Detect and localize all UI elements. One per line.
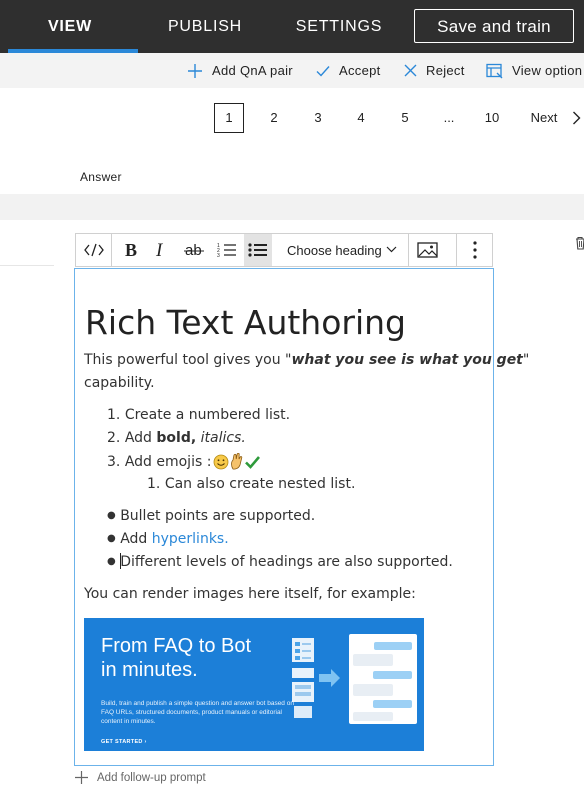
more-options-button[interactable] bbox=[457, 234, 492, 266]
add-qna-pair-button[interactable]: Add QnA pair bbox=[187, 53, 293, 88]
heading-dropdown[interactable]: Choose heading bbox=[283, 234, 408, 266]
faq-to-bot-banner-image: From FAQ to Bot in minutes. Build, train… bbox=[84, 618, 424, 751]
reject-label: Reject bbox=[426, 63, 465, 78]
intro-suffix: " bbox=[522, 352, 530, 368]
numbered-item-2-bold: bold, bbox=[156, 430, 197, 446]
code-view-button[interactable] bbox=[76, 234, 111, 266]
hyperlink[interactable]: hyperlinks. bbox=[152, 531, 229, 547]
tab-publish-label: PUBLISH bbox=[167, 18, 243, 35]
tab-view-label: VIEW bbox=[47, 18, 93, 35]
page-10-button[interactable]: 10 bbox=[480, 103, 504, 133]
numbered-item-3-text: Add emojis : bbox=[124, 453, 212, 470]
top-nav-bar: VIEW PUBLISH SETTINGS Save and train bbox=[0, 0, 584, 53]
strikethrough-icon: ab bbox=[184, 242, 204, 258]
add-follow-up-prompt-label: Add follow-up prompt bbox=[97, 771, 206, 784]
tab-settings-label: SETTINGS bbox=[295, 18, 383, 35]
bullet-list-icon bbox=[248, 243, 267, 257]
banner-description: Build, train and publish a simple questi… bbox=[101, 700, 294, 725]
chevron-right-icon[interactable] bbox=[572, 111, 581, 125]
intro-prefix: This powerful tool gives you " bbox=[84, 352, 292, 368]
nested-numbered-item: 1. Can also create nested list. bbox=[147, 476, 356, 492]
editor-heading: Rich Text Authoring bbox=[85, 303, 407, 342]
banner-title: From FAQ to Bot in minutes. bbox=[101, 635, 252, 681]
intro-paragraph: This powerful tool gives you "what you s… bbox=[84, 352, 529, 368]
faq-to-chat-illustration bbox=[292, 634, 417, 724]
bold-icon: B bbox=[125, 242, 137, 258]
insert-image-button[interactable] bbox=[409, 234, 445, 266]
page-3-button[interactable]: 3 bbox=[306, 103, 330, 133]
view-options-icon bbox=[486, 63, 503, 78]
chevron-down-icon bbox=[386, 246, 397, 253]
plus-icon bbox=[188, 63, 202, 78]
numbered-item-2-prefix: Add bbox=[124, 430, 157, 446]
numbered-item-3: 3. Add emojis : bbox=[107, 453, 261, 470]
numbered-item-1: 1. Create a numbered list. bbox=[107, 407, 291, 423]
page-2-button[interactable]: 2 bbox=[262, 103, 286, 133]
command-bar: Add QnA pair Accept Reject View option bbox=[0, 53, 584, 88]
italic-button[interactable]: I bbox=[148, 234, 174, 266]
answer-column-header: Answer bbox=[80, 170, 122, 184]
smiley-emoji-icon bbox=[214, 454, 229, 469]
heading-dropdown-label: Choose heading bbox=[287, 242, 382, 258]
check-emoji-icon bbox=[245, 455, 261, 469]
bullet-item-3: ● Different levels of headings are also … bbox=[107, 553, 453, 570]
numbered-list-button[interactable]: 123 bbox=[213, 234, 241, 266]
svg-text:3: 3 bbox=[217, 253, 220, 258]
more-options-icon bbox=[472, 241, 477, 259]
bold-button[interactable]: B bbox=[118, 234, 144, 266]
svg-text:ab: ab bbox=[185, 242, 202, 258]
view-options-button[interactable]: View option bbox=[486, 53, 582, 88]
code-view-icon bbox=[83, 243, 104, 257]
strikethrough-button[interactable]: ab bbox=[179, 234, 209, 266]
ok-hand-emoji-icon bbox=[231, 453, 243, 470]
bullet-item-3-text: Different levels of headings are also su… bbox=[120, 554, 453, 570]
tab-publish[interactable]: PUBLISH bbox=[140, 0, 270, 53]
svg-text:B: B bbox=[125, 242, 137, 258]
accept-label: Accept bbox=[339, 63, 381, 78]
delete-icon[interactable] bbox=[575, 236, 584, 250]
question-cell-divider bbox=[0, 265, 54, 266]
images-paragraph: You can render images here itself, for e… bbox=[84, 586, 416, 602]
page-ellipsis[interactable]: ... bbox=[437, 103, 461, 133]
intro-emphasis: what you see is what you get bbox=[291, 352, 523, 368]
tab-settings[interactable]: SETTINGS bbox=[272, 0, 406, 53]
bullet-item-2-prefix: Add bbox=[120, 531, 152, 547]
bullet-item-2: ● Add hyperlinks. bbox=[107, 531, 229, 547]
next-page-button[interactable]: Next bbox=[526, 103, 562, 133]
header-divider-strip bbox=[0, 194, 584, 220]
plus-icon bbox=[75, 771, 88, 784]
page-4-button[interactable]: 4 bbox=[349, 103, 373, 133]
save-and-train-button[interactable]: Save and train bbox=[414, 9, 574, 43]
view-options-label: View option bbox=[512, 63, 583, 78]
svg-text:I: I bbox=[155, 242, 164, 258]
add-follow-up-prompt-button[interactable]: Add follow-up prompt bbox=[74, 770, 206, 785]
page-5-button[interactable]: 5 bbox=[393, 103, 417, 133]
page-1-button[interactable]: 1 bbox=[214, 103, 244, 133]
numbered-item-1-text: Create a numbered list. bbox=[124, 407, 291, 423]
banner-cta: GET STARTED › bbox=[101, 739, 147, 745]
accept-button[interactable]: Accept bbox=[316, 53, 381, 88]
bullet-item-1: ● Bullet points are supported. bbox=[107, 508, 316, 524]
numbered-item-2-italic: italics. bbox=[200, 430, 246, 446]
add-qna-pair-label: Add QnA pair bbox=[212, 63, 293, 78]
tab-view[interactable]: VIEW bbox=[0, 0, 140, 53]
bullet-item-1-text: Bullet points are supported. bbox=[120, 508, 316, 524]
checkmark-icon bbox=[316, 65, 330, 77]
numbered-item-2: 2. Add bold, italics. bbox=[107, 430, 246, 446]
intro-paragraph-line2: capability. bbox=[84, 375, 155, 391]
italic-icon: I bbox=[155, 242, 164, 258]
bullet-list-button[interactable] bbox=[244, 234, 272, 266]
image-icon bbox=[416, 242, 438, 258]
close-icon bbox=[404, 64, 417, 77]
numbered-list-icon: 123 bbox=[217, 243, 236, 258]
reject-button[interactable]: Reject bbox=[404, 53, 465, 88]
editor-toolbar: B I ab 123 Choose heading bbox=[75, 233, 493, 267]
nested-item-text: Can also create nested list. bbox=[164, 476, 356, 492]
